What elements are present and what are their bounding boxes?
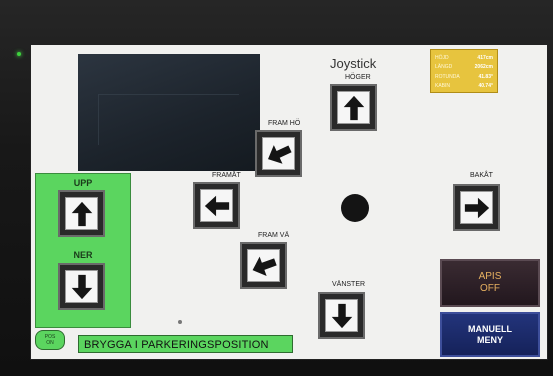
fram-ho-label: FRAM HÖ (268, 120, 301, 127)
arrow-right-icon (464, 197, 489, 218)
info-row-hojd: HÖJD 417cm (435, 53, 493, 63)
page-title: Joystick (330, 56, 377, 71)
ner-button[interactable] (58, 263, 105, 310)
hmi-screen: Joystick HÖJD 417cm LÄNGD 2062cm ROTUNDA… (30, 44, 548, 360)
info-value: 2062cm (474, 64, 493, 71)
position-info-panel: HÖJD 417cm LÄNGD 2062cm ROTUNDA 41.83° K… (430, 49, 498, 93)
info-row-langd: LÄNGD 2062cm (435, 63, 493, 73)
info-label: LÄNGD (435, 64, 453, 71)
manuell-meny-button[interactable]: MANUELL MENY (440, 312, 540, 357)
hoger-button-face (337, 91, 370, 124)
vanster-label: VÄNSTER (332, 281, 366, 288)
bakat-label: BAKÅT (470, 172, 493, 179)
small-dot (178, 320, 182, 324)
bakat-button-face (460, 191, 493, 224)
status-message-bar: BRYGGA I PARKERINGSPOSITION (78, 335, 293, 353)
upp-label: UPP (73, 178, 93, 188)
apis-state: OFF (480, 283, 500, 294)
upp-button-face (65, 197, 98, 230)
info-label: ROTUNDA (435, 73, 460, 80)
arrow-up-icon (71, 201, 92, 226)
info-label: HÖJD (435, 54, 449, 61)
framat-button[interactable] (193, 182, 240, 229)
fram-va-button-face (247, 249, 280, 282)
arrow-up-left-icon (267, 144, 292, 164)
fram-va-button[interactable] (240, 242, 287, 289)
camera-view (78, 54, 260, 171)
framat-label: FRAMÅT (212, 172, 241, 179)
info-value: 417cm (477, 54, 493, 61)
ner-label: NER (73, 250, 93, 260)
info-row-kabin: KABIN 40.74° (435, 82, 493, 92)
framat-button-face (200, 189, 233, 222)
info-value: 40.74° (478, 83, 493, 90)
vanster-button[interactable] (318, 292, 365, 339)
power-led (17, 52, 21, 56)
info-value: 41.83° (478, 73, 493, 80)
arrow-down-icon (331, 303, 352, 328)
apis-off-button[interactable]: APIS OFF (440, 259, 540, 307)
arrow-left-icon (204, 195, 229, 216)
arrow-down-left-icon (252, 256, 277, 276)
info-label: KABIN (435, 83, 451, 90)
arrow-down-icon (71, 274, 92, 299)
fram-ho-button-face (262, 137, 295, 170)
bakat-button[interactable] (453, 184, 500, 231)
apis-label: APIS (478, 271, 502, 282)
arrow-up-icon (343, 95, 364, 120)
meny-label: MENY (476, 335, 503, 345)
pos-status-line2: ON (46, 340, 54, 346)
pos-status-indicator: POS ON (35, 330, 65, 350)
fram-va-label: FRAM VÄ (258, 232, 290, 239)
hoger-button[interactable] (330, 84, 377, 131)
info-row-rotunda: ROTUNDA 41.83° (435, 72, 493, 82)
joystick-center-dot (341, 194, 369, 222)
lift-panel: UPP NER (35, 173, 131, 328)
upp-button[interactable] (58, 190, 105, 237)
ner-button-face (65, 270, 98, 303)
vanster-button-face (325, 299, 358, 332)
fram-ho-button[interactable] (255, 130, 302, 177)
manuell-label: MANUELL (468, 324, 512, 334)
hoger-label: HÖGER (345, 74, 371, 81)
